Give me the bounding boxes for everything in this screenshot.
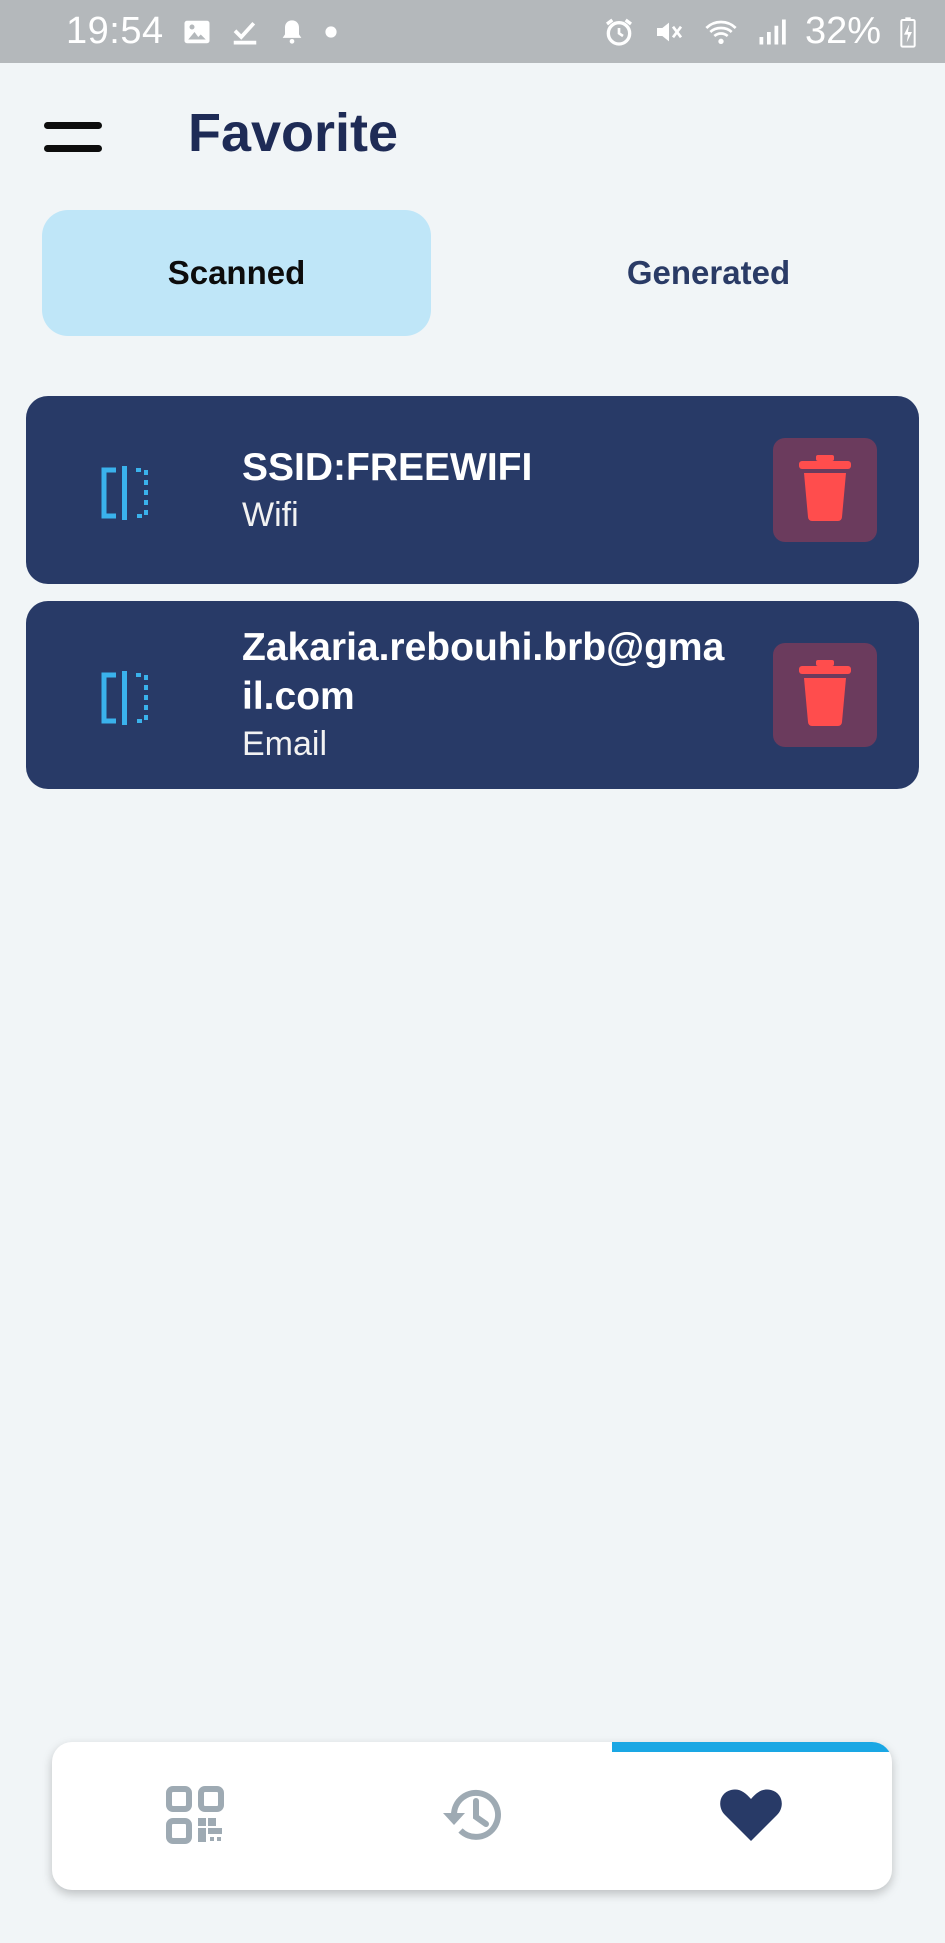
item-type: Email	[242, 725, 328, 763]
status-time: 19:54	[66, 10, 164, 52]
nav-scan[interactable]	[164, 1785, 226, 1849]
item-title: Zakaria.rebouhi.brb@gmail.com	[242, 626, 725, 718]
trash-icon	[797, 659, 853, 731]
tab-scanned[interactable]: Scanned	[42, 210, 431, 336]
nav-favorite[interactable]	[720, 1786, 782, 1848]
scan-frame-icon	[100, 669, 152, 727]
hamburger-menu-icon[interactable]	[44, 122, 102, 152]
image-icon	[182, 17, 212, 47]
delete-button[interactable]	[773, 643, 877, 747]
check-download-icon	[230, 17, 260, 47]
list-item[interactable]: SSID:FREEWIFI Wifi	[26, 396, 919, 584]
status-left: 19:54	[66, 10, 338, 53]
alarm-icon	[603, 16, 635, 48]
list-item[interactable]: Zakaria.rebouhi.brb@gmail.com Email	[26, 601, 919, 789]
battery-percent: 32%	[804, 10, 881, 52]
status-bar: 19:54 32%	[0, 0, 945, 63]
trash-icon	[797, 454, 853, 526]
tab-generated[interactable]: Generated	[510, 210, 907, 336]
card-text: Zakaria.rebouhi.brb@gmail.com Email	[242, 601, 729, 789]
battery-charging-icon	[899, 16, 917, 48]
bottom-nav	[52, 1742, 892, 1890]
delete-button[interactable]	[773, 438, 877, 542]
status-right: 32%	[603, 10, 917, 53]
signal-icon	[757, 17, 787, 47]
page-title: Favorite	[188, 103, 399, 163]
wifi-icon	[703, 16, 739, 48]
nav-history[interactable]	[441, 1786, 503, 1848]
dot-icon	[324, 25, 338, 39]
active-tab-indicator	[612, 1742, 892, 1752]
scan-frame-icon	[100, 464, 152, 522]
item-title: SSID:FREEWIFI	[242, 445, 533, 489]
card-text: SSID:FREEWIFI Wifi	[242, 396, 729, 584]
bell-icon	[278, 17, 306, 47]
menu-bar-top	[44, 122, 102, 129]
heart-icon	[719, 1787, 783, 1848]
history-icon	[440, 1784, 504, 1851]
menu-bar-bottom	[44, 145, 102, 152]
item-type: Wifi	[242, 495, 299, 534]
favorite-screen: 19:54 32% Favorite Scanned Generated SSI…	[0, 0, 945, 1943]
qr-code-icon	[166, 1785, 224, 1849]
mute-icon	[653, 16, 685, 48]
